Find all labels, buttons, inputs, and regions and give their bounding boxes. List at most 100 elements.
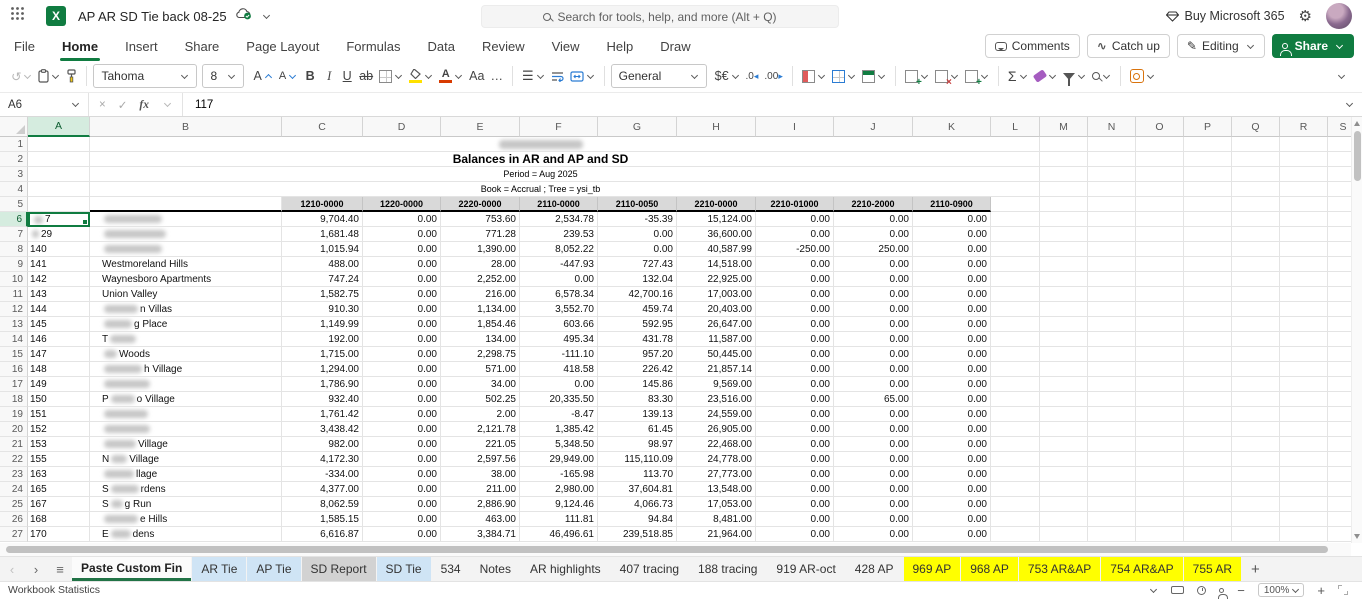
cell[interactable] [1088, 317, 1136, 332]
cell[interactable] [1280, 197, 1328, 212]
search-input[interactable]: Search for tools, help, and more (Alt + … [481, 5, 839, 28]
cell[interactable] [1328, 437, 1351, 452]
menu-share[interactable]: Share [185, 39, 220, 54]
cell-G9[interactable]: 727.43 [598, 257, 677, 272]
cell-I14[interactable]: 0.00 [756, 332, 834, 347]
row-header-11[interactable]: 11 [0, 287, 28, 302]
menu-view[interactable]: View [552, 39, 580, 54]
cell-C6[interactable]: 9,704.40 [282, 212, 363, 227]
cell[interactable] [1136, 482, 1184, 497]
cell-F25[interactable]: 9,124.46 [520, 497, 598, 512]
cell[interactable] [28, 152, 90, 167]
row-header-8[interactable]: 8 [0, 242, 28, 257]
cell[interactable] [1232, 242, 1280, 257]
cell[interactable] [1088, 377, 1136, 392]
cell[interactable] [1040, 317, 1088, 332]
cell-F21[interactable]: 5,348.50 [520, 437, 598, 452]
cell[interactable] [1136, 242, 1184, 257]
cell-D12[interactable]: 0.00 [363, 302, 441, 317]
cell[interactable] [1328, 302, 1351, 317]
cell-C11[interactable]: 1,582.75 [282, 287, 363, 302]
cell-I25[interactable]: 0.00 [756, 497, 834, 512]
cell[interactable] [1280, 512, 1328, 527]
cell[interactable] [1136, 272, 1184, 287]
cell-K9[interactable]: 0.00 [913, 257, 991, 272]
cell-K15[interactable]: 0.00 [913, 347, 991, 362]
cell-G26[interactable]: 94.84 [598, 512, 677, 527]
cell-B15[interactable]: Woods [90, 347, 282, 362]
cell[interactable] [1280, 242, 1328, 257]
cell-F27[interactable]: 46,496.61 [520, 527, 598, 542]
cell-B26[interactable]: e Hills [90, 512, 282, 527]
cell-E15[interactable]: 2,298.75 [441, 347, 520, 362]
bold-button[interactable]: B [300, 64, 320, 88]
cell[interactable] [1136, 137, 1184, 152]
conditional-formatting-button[interactable] [799, 64, 829, 88]
cell-F13[interactable]: 603.66 [520, 317, 598, 332]
find-button[interactable] [1089, 64, 1114, 88]
cell[interactable] [1088, 527, 1136, 542]
cell[interactable] [1280, 212, 1328, 227]
cell-H21[interactable]: 22,468.00 [677, 437, 756, 452]
sheet-tab[interactable]: AP Tie [247, 557, 300, 581]
cell-F17[interactable]: 0.00 [520, 377, 598, 392]
name-box[interactable]: A6 [0, 93, 88, 116]
cell-K14[interactable]: 0.00 [913, 332, 991, 347]
cell-H14[interactable]: 11,587.00 [677, 332, 756, 347]
cell[interactable] [991, 527, 1040, 542]
cell[interactable] [1184, 242, 1232, 257]
header-code-cell[interactable]: 2210-2000 [834, 197, 913, 212]
cell[interactable] [1280, 437, 1328, 452]
cell[interactable] [1280, 332, 1328, 347]
sheet-tab[interactable]: AR Tie [192, 557, 246, 581]
cell[interactable] [991, 257, 1040, 272]
cell-E14[interactable]: 134.00 [441, 332, 520, 347]
cell[interactable] [1328, 512, 1351, 527]
cell-E16[interactable]: 571.00 [441, 362, 520, 377]
cell[interactable] [1328, 137, 1351, 152]
cell-C15[interactable]: 1,715.00 [282, 347, 363, 362]
cell-J6[interactable]: 0.00 [834, 212, 913, 227]
cell-H15[interactable]: 50,445.00 [677, 347, 756, 362]
cell-merged-title-row-1[interactable] [90, 137, 991, 152]
cell[interactable] [1136, 512, 1184, 527]
autosum-button[interactable]: Σ [1005, 64, 1031, 88]
cell[interactable] [1040, 362, 1088, 377]
cell-A6[interactable]: 7 [28, 212, 90, 227]
cell-K23[interactable]: 0.00 [913, 467, 991, 482]
cell[interactable] [1088, 182, 1136, 197]
cell[interactable] [1088, 197, 1136, 212]
table-styles-button[interactable] [859, 64, 889, 88]
cell-K20[interactable]: 0.00 [913, 422, 991, 437]
sheet-tab[interactable]: 428 AP [846, 557, 903, 581]
cell-G8[interactable]: 0.00 [598, 242, 677, 257]
cell[interactable] [1184, 437, 1232, 452]
cell-I13[interactable]: 0.00 [756, 317, 834, 332]
cell[interactable] [1184, 467, 1232, 482]
cell-D14[interactable]: 0.00 [363, 332, 441, 347]
cell-D26[interactable]: 0.00 [363, 512, 441, 527]
cell[interactable] [1328, 422, 1351, 437]
cell-C23[interactable]: -334.00 [282, 467, 363, 482]
cell-J19[interactable]: 0.00 [834, 407, 913, 422]
cell-merged-title-row-3[interactable]: Period = Aug 2025 [90, 167, 991, 182]
cell-merged-title-row-4[interactable]: Book = Accrual ; Tree = ysi_tb [90, 182, 991, 197]
cell-D18[interactable]: 0.00 [363, 392, 441, 407]
cell-I15[interactable]: 0.00 [756, 347, 834, 362]
header-code-cell[interactable]: 1210-0000 [282, 197, 363, 212]
cell[interactable] [1136, 347, 1184, 362]
scroll-down-icon[interactable] [1354, 534, 1360, 539]
cell-C17[interactable]: 1,786.90 [282, 377, 363, 392]
font-name-select[interactable]: Tahoma [93, 64, 197, 88]
scroll-up-icon[interactable] [1354, 121, 1360, 126]
cell-I22[interactable]: 0.00 [756, 452, 834, 467]
cell-A10[interactable]: 142 [28, 272, 90, 287]
cell-E27[interactable]: 3,384.71 [441, 527, 520, 542]
cell-F23[interactable]: -165.98 [520, 467, 598, 482]
column-header-F[interactable]: F [520, 117, 598, 137]
cell-G27[interactable]: 239,518.85 [598, 527, 677, 542]
cell-J9[interactable]: 0.00 [834, 257, 913, 272]
cell[interactable] [991, 452, 1040, 467]
sheet-tab[interactable]: 407 tracing [611, 557, 688, 581]
cell-J7[interactable]: 0.00 [834, 227, 913, 242]
